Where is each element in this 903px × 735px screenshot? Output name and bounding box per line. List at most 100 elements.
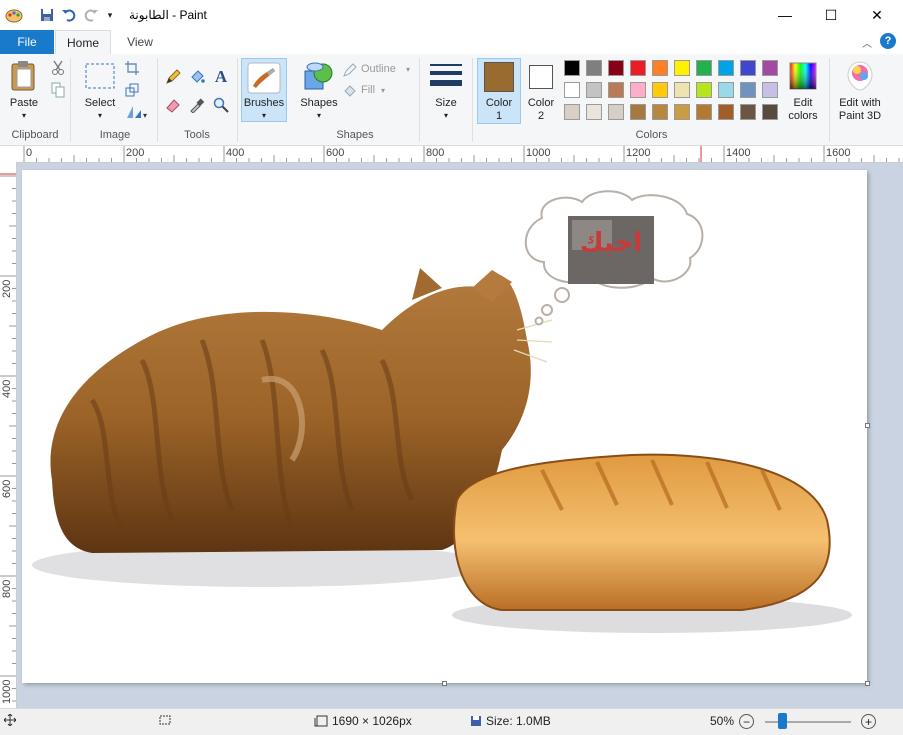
fill-icon (342, 83, 358, 99)
vertical-ruler: 200 400 600 800 1000 (0, 162, 17, 708)
clipboard-group-label: Clipboard (11, 129, 59, 141)
shapes-dropdown-icon[interactable]: ▾ (296, 109, 342, 122)
palette-swatch[interactable] (718, 82, 734, 98)
palette-swatch[interactable] (674, 104, 690, 120)
palette-swatch[interactable] (740, 82, 756, 98)
palette-swatch[interactable] (630, 60, 646, 76)
palette-swatch[interactable] (652, 60, 668, 76)
size-icon[interactable] (428, 60, 464, 92)
zoom-in-button[interactable]: + (861, 714, 876, 729)
resize-handle-corner[interactable] (865, 681, 870, 686)
palette-swatch[interactable] (630, 104, 646, 120)
palette-swatch[interactable] (674, 82, 690, 98)
palette-swatch[interactable] (762, 60, 778, 76)
ruler-label: 600 (1, 479, 13, 498)
collapse-ribbon-icon[interactable]: ︿ (860, 35, 874, 50)
ruler-label: 600 (326, 147, 345, 159)
svg-text:▾: ▾ (143, 111, 147, 119)
palette-swatch[interactable] (696, 60, 712, 76)
select-dropdown-icon[interactable]: ▾ (80, 109, 120, 122)
magnifier-icon[interactable] (212, 96, 230, 114)
outline-icon (342, 62, 358, 78)
canvas-area[interactable]: احبك (17, 163, 903, 708)
eraser-icon[interactable] (164, 96, 182, 114)
palette-swatch[interactable] (564, 60, 580, 76)
resize-handle-right[interactable] (865, 423, 870, 428)
image-dimensions: 1690 × 1026px (332, 714, 412, 728)
ruler-label: 0 (26, 147, 33, 159)
ruler-label: 1000 (1, 679, 13, 704)
palette-swatch[interactable] (652, 104, 668, 120)
color2-swatch (529, 65, 553, 89)
edit-with-paint-3d-button[interactable]: Edit with Paint 3D (832, 97, 888, 123)
fill-bucket-icon[interactable] (188, 68, 206, 86)
tab-file[interactable]: File (0, 30, 54, 54)
palette-swatch[interactable] (740, 60, 756, 76)
zoom-level: 50% (710, 714, 735, 728)
zoom-out-button[interactable]: − (739, 714, 754, 729)
palette-swatch[interactable] (762, 82, 778, 98)
palette-swatch[interactable] (608, 104, 624, 120)
copy-icon[interactable] (50, 82, 66, 98)
palette-swatch[interactable] (762, 104, 778, 120)
resize-handle-bottom[interactable] (442, 681, 447, 686)
paint-3d-icon[interactable] (845, 60, 875, 92)
selection-size-icon (158, 714, 172, 726)
redo-icon[interactable] (82, 6, 100, 24)
tab-home[interactable]: Home (55, 30, 111, 55)
palette-swatch[interactable] (586, 82, 602, 98)
image-group-label: Image (99, 129, 131, 141)
palette-swatch[interactable] (718, 60, 734, 76)
customize-quick-access-icon[interactable]: ▾ (104, 6, 116, 24)
ruler-label: 800 (1, 579, 13, 598)
rotate-icon[interactable]: ▾ (124, 104, 148, 120)
save-icon[interactable] (38, 6, 56, 24)
cut-icon[interactable] (50, 60, 66, 76)
outline-dropdown-icon[interactable]: ▾ (403, 63, 413, 76)
pencil-icon[interactable] (164, 68, 182, 86)
brushes-dropdown-icon[interactable]: ▾ (241, 109, 287, 122)
edit-colors-icon[interactable] (788, 61, 818, 91)
fill-dropdown-icon[interactable]: ▾ (378, 84, 388, 97)
undo-icon[interactable] (60, 6, 78, 24)
palette-swatch[interactable] (586, 60, 602, 76)
help-icon[interactable]: ? (880, 33, 896, 49)
file-size-icon (471, 716, 481, 726)
palette-swatch[interactable] (564, 82, 580, 98)
palette-swatch[interactable] (718, 104, 734, 120)
status-bar: 1690 × 1026px Size: 1.0MB 50% − + (0, 708, 903, 735)
palette-swatch[interactable] (696, 82, 712, 98)
palette-swatch[interactable] (630, 82, 646, 98)
horizontal-ruler: 0 200 400 600 800 1000 1200 1400 1600 (0, 146, 903, 163)
group-separator (157, 58, 158, 142)
close-button[interactable]: ✕ (854, 0, 900, 30)
brush-icon (246, 61, 282, 95)
ruler-label: 1200 (626, 147, 651, 159)
palette-swatch[interactable] (608, 60, 624, 76)
color1-swatch (484, 62, 514, 92)
color-picker-icon[interactable] (188, 96, 206, 114)
maximize-button[interactable]: ☐ (808, 0, 854, 30)
palette-swatch[interactable] (564, 104, 580, 120)
palette-swatch[interactable] (608, 82, 624, 98)
edit-colors-button[interactable]: Edit colors (781, 97, 825, 123)
resize-icon[interactable] (124, 82, 140, 98)
size-dropdown-icon[interactable]: ▾ (424, 109, 468, 122)
palette-swatch[interactable] (586, 104, 602, 120)
palette-swatch[interactable] (740, 104, 756, 120)
minimize-icon: — (778, 7, 792, 23)
crop-icon[interactable] (124, 60, 140, 76)
paste-dropdown-icon[interactable]: ▾ (6, 109, 42, 122)
tab-view[interactable]: View (113, 30, 167, 54)
select-icon[interactable] (84, 62, 116, 90)
zoom-slider-thumb[interactable] (778, 713, 788, 729)
drawing-canvas[interactable]: احبك (22, 170, 867, 683)
paste-icon[interactable] (8, 60, 40, 92)
minimize-button[interactable]: — (762, 0, 808, 30)
shapes-icon[interactable] (302, 60, 336, 94)
group-separator (70, 58, 71, 142)
palette-swatch[interactable] (674, 60, 690, 76)
palette-swatch[interactable] (696, 104, 712, 120)
text-tool-icon[interactable]: A (212, 67, 230, 86)
palette-swatch[interactable] (652, 82, 668, 98)
